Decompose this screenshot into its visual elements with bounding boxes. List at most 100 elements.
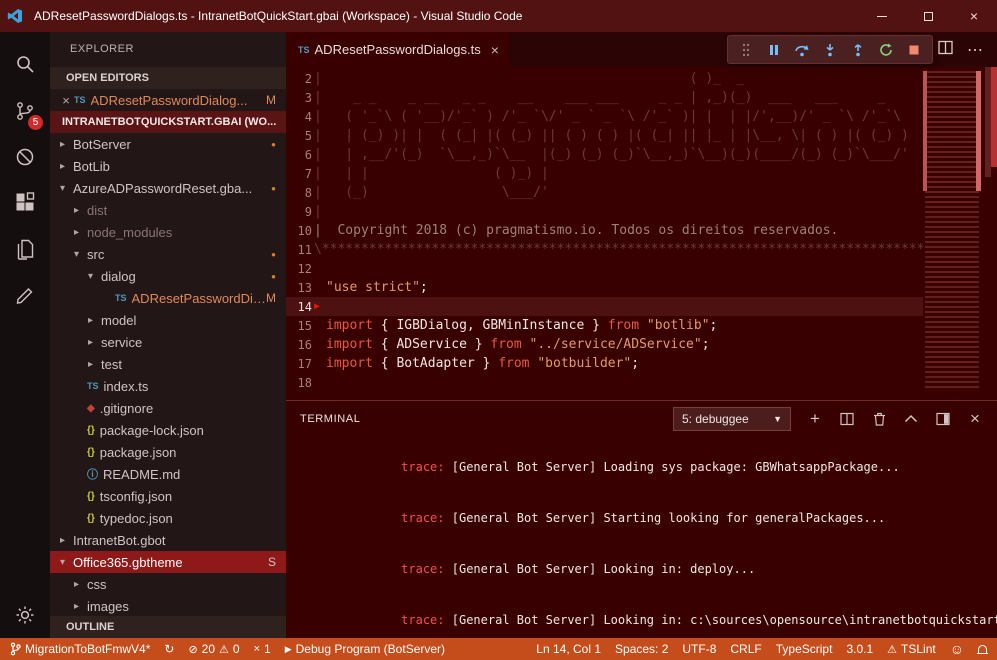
- editor-tab-bar: TS ADResetPasswordDialogs.ts × ⋯: [286, 32, 997, 67]
- search-icon[interactable]: [1, 42, 49, 88]
- trace-prefix: trace:: [401, 562, 444, 576]
- tree-item[interactable]: ⓘ README.md: [50, 463, 286, 485]
- tree-item[interactable]: ▾ AzureADPasswordReset.gba... ●: [50, 177, 286, 199]
- chevron-icon: ▸: [88, 359, 101, 370]
- panel-layout-icon[interactable]: [935, 411, 951, 427]
- tree-item[interactable]: ▾ src ●: [50, 243, 286, 265]
- tree-item[interactable]: ▸ model: [50, 309, 286, 331]
- close-icon[interactable]: ×: [58, 93, 74, 108]
- sidebar-title: EXPLORER: [50, 32, 286, 67]
- new-terminal-icon[interactable]: +: [807, 411, 823, 427]
- code-line: 3 | _ _ _ __ _ _ __ ___ ___ _ _ | ,_)(_)…: [286, 88, 923, 107]
- outline-header[interactable]: OUTLINE: [50, 616, 286, 638]
- ts-version-item[interactable]: 3.0.1: [846, 642, 873, 656]
- tree-item[interactable]: TS index.ts: [50, 375, 286, 397]
- tree-item[interactable]: ◆ .gitignore: [50, 397, 286, 419]
- modified-dot: ●: [271, 140, 286, 149]
- tree-item[interactable]: {} package.json: [50, 441, 286, 463]
- close-tab-icon[interactable]: ×: [491, 42, 499, 58]
- indentation-item[interactable]: Spaces: 2: [615, 642, 668, 656]
- chevron-icon: ▸: [74, 205, 87, 216]
- tree-item[interactable]: ▸ BotServer ●: [50, 133, 286, 155]
- chevron-icon: ▸: [74, 601, 87, 612]
- x-count-item[interactable]: × 1: [254, 642, 271, 656]
- tree-item[interactable]: ▸ BotLib: [50, 155, 286, 177]
- tslint-item[interactable]: ⚠ TSLint: [887, 642, 936, 656]
- minimap[interactable]: [923, 67, 983, 400]
- ts-file-icon: TS: [74, 95, 86, 105]
- chevron-icon: ▸: [88, 337, 101, 348]
- chevron-icon: ▸: [60, 535, 73, 546]
- tree-item[interactable]: {} typedoc.json: [50, 507, 286, 529]
- file-type-icon: ⓘ: [87, 466, 98, 482]
- tree-item[interactable]: TS ADResetPasswordDial... M: [50, 287, 286, 309]
- editor-tab-label: ADResetPasswordDialogs.ts: [315, 42, 481, 57]
- source-control-icon[interactable]: 5: [1, 88, 49, 134]
- debug-program-item[interactable]: ▶ Debug Program (BotServer): [285, 642, 445, 656]
- maximize-button[interactable]: [905, 0, 951, 32]
- step-over-icon[interactable]: [790, 38, 814, 62]
- tree-item[interactable]: ▸ node_modules: [50, 221, 286, 243]
- tree-item[interactable]: ▸ images: [50, 595, 286, 616]
- eol-item[interactable]: CRLF: [730, 642, 761, 656]
- sync-icon[interactable]: ↻: [164, 642, 174, 656]
- code-line: 11 \************************************…: [286, 240, 923, 259]
- tree-item-label: css: [87, 577, 107, 592]
- trace-prefix: trace:: [401, 511, 444, 525]
- chevron-icon: ▾: [60, 557, 73, 568]
- file-type-icon: ◆: [87, 403, 95, 414]
- edit-icon[interactable]: [1, 272, 49, 318]
- tree-item-label: test: [101, 357, 122, 372]
- tree-item[interactable]: ▸ IntranetBot.gbot: [50, 529, 286, 551]
- tree-item[interactable]: ▸ service: [50, 331, 286, 353]
- split-terminal-icon[interactable]: [839, 411, 855, 427]
- toolbar-grip-icon[interactable]: [734, 38, 758, 62]
- open-editors-header[interactable]: OPEN EDITORS: [50, 67, 286, 89]
- tree-item[interactable]: ▸ dist: [50, 199, 286, 221]
- split-editor-icon[interactable]: [938, 40, 953, 60]
- tree-item[interactable]: ▾ Office365.gbtheme S: [50, 551, 286, 573]
- open-editor-item[interactable]: × TS ADResetPasswordDialog... M: [50, 89, 286, 111]
- tree-item[interactable]: ▸ test: [50, 353, 286, 375]
- settings-gear-icon[interactable]: [1, 592, 49, 638]
- pause-icon[interactable]: [762, 38, 786, 62]
- terminal-output[interactable]: trace: [General Bot Server] Loading sys …: [286, 436, 997, 638]
- maximize-panel-chevron-icon[interactable]: [903, 411, 919, 427]
- minimize-button[interactable]: [859, 0, 905, 32]
- restart-icon[interactable]: [874, 38, 898, 62]
- scm-changes-badge: 5: [28, 115, 43, 130]
- problems-item[interactable]: ⊘ 20 ⚠ 0: [188, 642, 239, 656]
- step-into-icon[interactable]: [818, 38, 842, 62]
- explorer-icon[interactable]: [1, 226, 49, 272]
- code-editor[interactable]: 2 | ( )_ _ |: [286, 67, 997, 400]
- editor-scrollbar[interactable]: [983, 67, 997, 400]
- notifications-bell-icon[interactable]: [978, 645, 987, 653]
- kill-terminal-trash-icon[interactable]: [871, 411, 887, 427]
- close-panel-icon[interactable]: ×: [967, 411, 983, 427]
- feedback-smiley-icon[interactable]: ☺: [950, 641, 964, 657]
- tree-item[interactable]: ▸ css: [50, 573, 286, 595]
- step-out-icon[interactable]: [846, 38, 870, 62]
- tree-item-label: model: [101, 313, 136, 328]
- tree-item-label: typedoc.json: [100, 511, 173, 526]
- terminal-tab[interactable]: TERMINAL: [300, 413, 360, 425]
- tree-item[interactable]: {} package-lock.json: [50, 419, 286, 441]
- extensions-icon[interactable]: [1, 180, 49, 226]
- editor-tab[interactable]: TS ADResetPasswordDialogs.ts ×: [286, 32, 509, 67]
- tree-item[interactable]: ▾ dialog ●: [50, 265, 286, 287]
- cursor-position-item[interactable]: Ln 14, Col 1: [536, 642, 601, 656]
- tree-item[interactable]: {} tsconfig.json: [50, 485, 286, 507]
- line-number: 17: [286, 357, 326, 371]
- close-window-button[interactable]: ×: [951, 0, 997, 32]
- code-line: 5 | | (_) )| | ( (_| |( (_) || ( ) ( ) |…: [286, 126, 923, 145]
- git-branch-item[interactable]: MigrationToBotFmwV4*: [10, 642, 150, 656]
- terminal-instance-dropdown[interactable]: 5: debuggee ▼: [673, 407, 791, 431]
- stop-icon[interactable]: [902, 38, 926, 62]
- encoding-item[interactable]: UTF-8: [682, 642, 716, 656]
- code-line: 13 "use strict" ;: [286, 278, 923, 297]
- chevron-icon: ▾: [88, 271, 101, 282]
- workspace-section-header[interactable]: INTRANETBOTQUICKSTART.GBAI (WO...: [50, 111, 286, 133]
- more-actions-icon[interactable]: ⋯: [967, 40, 983, 60]
- language-mode-item[interactable]: TypeScript: [776, 642, 833, 656]
- debug-icon[interactable]: [1, 134, 49, 180]
